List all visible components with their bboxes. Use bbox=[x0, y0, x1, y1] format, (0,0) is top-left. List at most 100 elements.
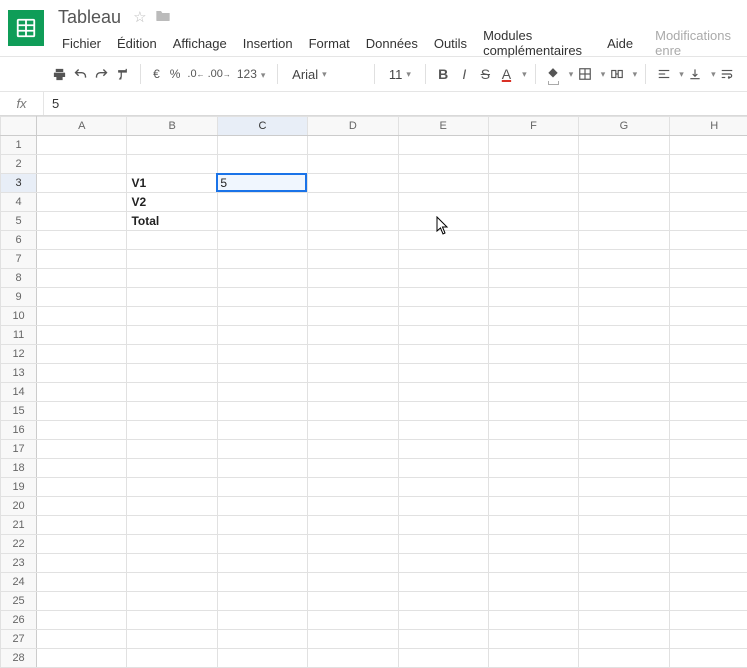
cell-D23[interactable] bbox=[308, 554, 398, 573]
cell-C10[interactable] bbox=[217, 307, 307, 326]
spreadsheet-grid[interactable]: ABCDEFGH123V14V25Total678910111213141516… bbox=[0, 116, 747, 668]
row-header-28[interactable]: 28 bbox=[1, 649, 37, 668]
cell-G5[interactable] bbox=[579, 212, 669, 231]
cell-F5[interactable] bbox=[488, 212, 578, 231]
cell-H18[interactable] bbox=[669, 459, 747, 478]
cell-C15[interactable] bbox=[217, 402, 307, 421]
cell-F12[interactable] bbox=[488, 345, 578, 364]
cell-E11[interactable] bbox=[398, 326, 488, 345]
cell-G4[interactable] bbox=[579, 193, 669, 212]
cell-G28[interactable] bbox=[579, 649, 669, 668]
cell-A11[interactable] bbox=[37, 326, 127, 345]
cell-C26[interactable] bbox=[217, 611, 307, 630]
cell-H14[interactable] bbox=[669, 383, 747, 402]
cell-E8[interactable] bbox=[398, 269, 488, 288]
row-header-14[interactable]: 14 bbox=[1, 383, 37, 402]
print-icon[interactable] bbox=[50, 61, 69, 87]
cell-B19[interactable] bbox=[127, 478, 217, 497]
cell-F1[interactable] bbox=[488, 136, 578, 155]
undo-icon[interactable] bbox=[71, 61, 90, 87]
cell-H11[interactable] bbox=[669, 326, 747, 345]
cell-E21[interactable] bbox=[398, 516, 488, 535]
menu-edit[interactable]: Édition bbox=[109, 32, 165, 55]
cell-H17[interactable] bbox=[669, 440, 747, 459]
row-header-13[interactable]: 13 bbox=[1, 364, 37, 383]
cell-C11[interactable] bbox=[217, 326, 307, 345]
cell-C13[interactable] bbox=[217, 364, 307, 383]
cell-E17[interactable] bbox=[398, 440, 488, 459]
cell-B6[interactable] bbox=[127, 231, 217, 250]
cell-F21[interactable] bbox=[488, 516, 578, 535]
select-all-corner[interactable] bbox=[1, 117, 37, 136]
row-header-3[interactable]: 3 bbox=[1, 174, 37, 193]
cell-A9[interactable] bbox=[37, 288, 127, 307]
cell-E2[interactable] bbox=[398, 155, 488, 174]
cell-F22[interactable] bbox=[488, 535, 578, 554]
cell-C23[interactable] bbox=[217, 554, 307, 573]
menu-data[interactable]: Données bbox=[358, 32, 426, 55]
cell-G21[interactable] bbox=[579, 516, 669, 535]
row-header-7[interactable]: 7 bbox=[1, 250, 37, 269]
row-header-9[interactable]: 9 bbox=[1, 288, 37, 307]
cell-D12[interactable] bbox=[308, 345, 398, 364]
cell-B15[interactable] bbox=[127, 402, 217, 421]
cell-B3[interactable]: V1 bbox=[127, 174, 217, 193]
cell-A8[interactable] bbox=[37, 269, 127, 288]
cell-E25[interactable] bbox=[398, 592, 488, 611]
cell-D11[interactable] bbox=[308, 326, 398, 345]
cell-G25[interactable] bbox=[579, 592, 669, 611]
row-header-12[interactable]: 12 bbox=[1, 345, 37, 364]
cell-C17[interactable] bbox=[217, 440, 307, 459]
cell-F27[interactable] bbox=[488, 630, 578, 649]
cell-A23[interactable] bbox=[37, 554, 127, 573]
col-header-B[interactable]: B bbox=[127, 117, 217, 136]
cell-A14[interactable] bbox=[37, 383, 127, 402]
menu-format[interactable]: Format bbox=[301, 32, 358, 55]
cell-H6[interactable] bbox=[669, 231, 747, 250]
cell-H23[interactable] bbox=[669, 554, 747, 573]
cell-A4[interactable] bbox=[37, 193, 127, 212]
row-header-25[interactable]: 25 bbox=[1, 592, 37, 611]
cell-B16[interactable] bbox=[127, 421, 217, 440]
cell-G19[interactable] bbox=[579, 478, 669, 497]
cell-A26[interactable] bbox=[37, 611, 127, 630]
cell-A15[interactable] bbox=[37, 402, 127, 421]
halign-icon[interactable] bbox=[654, 61, 673, 87]
cell-G16[interactable] bbox=[579, 421, 669, 440]
formula-input[interactable] bbox=[44, 92, 747, 115]
cell-B21[interactable] bbox=[127, 516, 217, 535]
cell-F11[interactable] bbox=[488, 326, 578, 345]
star-icon[interactable]: ☆ bbox=[133, 8, 146, 26]
cell-A18[interactable] bbox=[37, 459, 127, 478]
cell-A28[interactable] bbox=[37, 649, 127, 668]
cell-C3[interactable] bbox=[217, 174, 307, 193]
cell-G18[interactable] bbox=[579, 459, 669, 478]
row-header-27[interactable]: 27 bbox=[1, 630, 37, 649]
cell-E5[interactable] bbox=[398, 212, 488, 231]
cell-G15[interactable] bbox=[579, 402, 669, 421]
cell-A13[interactable] bbox=[37, 364, 127, 383]
cell-F3[interactable] bbox=[488, 174, 578, 193]
cell-F19[interactable] bbox=[488, 478, 578, 497]
cell-E23[interactable] bbox=[398, 554, 488, 573]
cell-E4[interactable] bbox=[398, 193, 488, 212]
cell-G11[interactable] bbox=[579, 326, 669, 345]
cell-E14[interactable] bbox=[398, 383, 488, 402]
cell-C19[interactable] bbox=[217, 478, 307, 497]
col-header-C[interactable]: C bbox=[217, 117, 307, 136]
cell-B22[interactable] bbox=[127, 535, 217, 554]
cell-D1[interactable] bbox=[308, 136, 398, 155]
cell-G13[interactable] bbox=[579, 364, 669, 383]
col-header-H[interactable]: H bbox=[669, 117, 747, 136]
paint-format-icon[interactable] bbox=[113, 61, 132, 87]
cell-F25[interactable] bbox=[488, 592, 578, 611]
cell-E13[interactable] bbox=[398, 364, 488, 383]
cell-G1[interactable] bbox=[579, 136, 669, 155]
cell-F15[interactable] bbox=[488, 402, 578, 421]
row-header-18[interactable]: 18 bbox=[1, 459, 37, 478]
cell-E16[interactable] bbox=[398, 421, 488, 440]
redo-icon[interactable] bbox=[92, 61, 111, 87]
font-size-select[interactable]: 11 bbox=[383, 67, 417, 82]
cell-E18[interactable] bbox=[398, 459, 488, 478]
borders-dropdown-icon[interactable] bbox=[597, 61, 606, 87]
